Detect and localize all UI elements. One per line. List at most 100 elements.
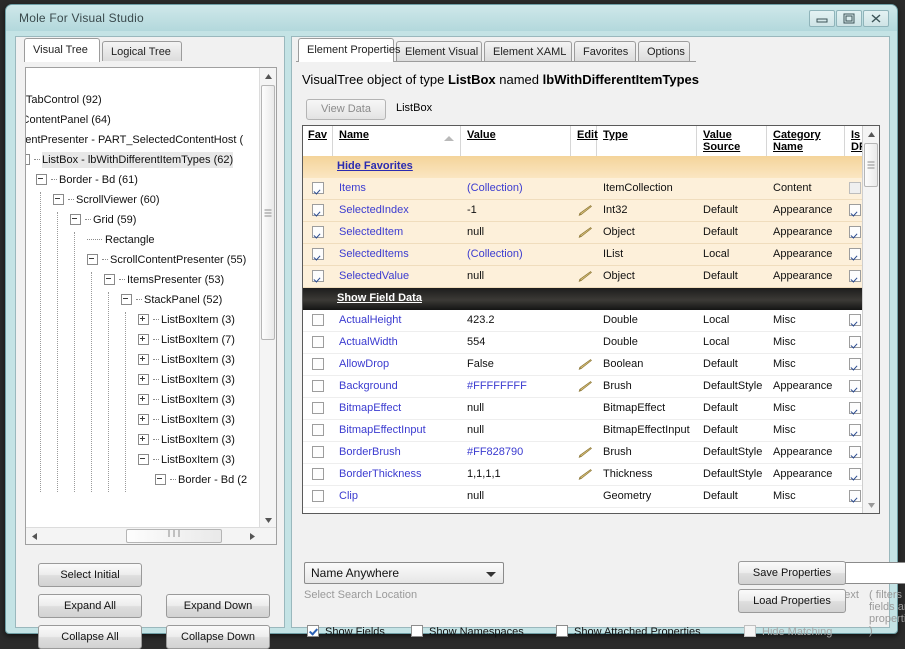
tree-vertical-scrollbar[interactable] <box>259 68 276 528</box>
expand-node-icon[interactable] <box>138 333 149 345</box>
is-dependency-property-checkbox[interactable] <box>849 204 861 216</box>
tab-logical-tree[interactable]: Logical Tree <box>102 41 182 61</box>
tree-node[interactable]: ListBoxItem (3) <box>138 392 235 408</box>
expand-node-icon[interactable] <box>138 373 149 385</box>
search-location-select[interactable]: Name Anywhere <box>304 562 504 584</box>
tree-node[interactable]: ListBoxItem (3) <box>138 412 235 428</box>
grid-column-header-category-name[interactable]: Category Name <box>767 126 845 156</box>
grid-column-header-type[interactable]: Type <box>597 126 697 156</box>
collapse-down-button[interactable]: Collapse Down <box>166 625 270 649</box>
minimize-button[interactable] <box>809 10 835 27</box>
property-row[interactable]: AllowDrop False Boolean Default Misc <box>303 354 863 376</box>
tree-scroll-right-button[interactable] <box>244 528 260 544</box>
tree-scroll-down-button[interactable] <box>260 512 276 528</box>
edit-pencil-icon[interactable] <box>577 359 592 370</box>
show-field-data-band-link[interactable]: Show Field Data <box>337 292 422 304</box>
maximize-button[interactable] <box>836 10 862 27</box>
grid-column-header-edit[interactable]: Edit <box>571 126 598 156</box>
tree-scroll-thumb[interactable] <box>261 85 275 340</box>
property-row[interactable]: ActualHeight 423.2 Double Local Misc <box>303 310 863 332</box>
grid-column-header-name[interactable]: Name <box>333 126 461 156</box>
collapse-node-icon[interactable] <box>138 453 149 465</box>
edit-pencil-icon[interactable] <box>577 271 592 282</box>
tab-element-visual[interactable]: Element Visual <box>396 41 482 61</box>
edit-cell[interactable] <box>577 359 592 370</box>
collapse-node-icon[interactable] <box>87 253 98 265</box>
tree-node[interactable]: Rectangle <box>87 232 155 248</box>
edit-pencil-icon[interactable] <box>577 469 592 480</box>
property-row[interactable]: Clip null Geometry Default Misc <box>303 486 863 508</box>
grid-scroll-thumb[interactable] <box>864 143 878 187</box>
tab-visual-tree[interactable]: Visual Tree <box>24 38 100 62</box>
collapse-all-button[interactable]: Collapse All <box>38 625 142 649</box>
favorite-checkbox[interactable] <box>312 424 324 436</box>
hide-favorites-band[interactable]: Hide Favorites <box>303 156 863 178</box>
collapse-node-icon[interactable] <box>36 173 47 185</box>
edit-cell[interactable] <box>577 381 592 392</box>
tree-scroll-left-button[interactable] <box>26 528 42 544</box>
expand-node-icon[interactable] <box>138 393 149 405</box>
tab-element-properties[interactable]: Element Properties <box>298 38 401 62</box>
property-row[interactable]: ActualWidth 554 Double Local Misc <box>303 332 863 354</box>
load-properties-button[interactable]: Load Properties <box>738 589 846 613</box>
grid-vertical-scrollbar[interactable] <box>862 126 879 513</box>
show-field-data-band[interactable]: Show Field Data <box>303 288 863 310</box>
collapse-node-icon[interactable] <box>155 473 166 485</box>
tree-node[interactable]: ListBoxItem (3) <box>138 432 235 448</box>
edit-pencil-icon[interactable] <box>577 381 592 392</box>
is-dependency-property-checkbox[interactable] <box>849 358 861 370</box>
tree-node[interactable]: ScrollViewer (60) <box>53 192 160 208</box>
is-dependency-property-checkbox[interactable] <box>849 380 861 392</box>
property-row[interactable]: BitmapEffect null BitmapEffect Default Misc <box>303 398 863 420</box>
is-dependency-property-checkbox[interactable] <box>849 468 861 480</box>
favorite-checkbox[interactable] <box>312 490 324 502</box>
edit-pencil-icon[interactable] <box>577 205 592 216</box>
favorite-checkbox[interactable] <box>312 402 324 414</box>
grid-scroll-down-button[interactable] <box>863 497 879 513</box>
tree-node[interactable]: ScrollContentPresenter (55) <box>87 252 246 268</box>
hide-favorites-band-link[interactable]: Hide Favorites <box>337 160 413 172</box>
tree-hscroll-thumb[interactable] <box>126 529 222 543</box>
tree-node[interactable]: ListBoxItem (3) <box>138 452 235 468</box>
favorite-checkbox[interactable] <box>312 358 324 370</box>
edit-cell[interactable] <box>577 227 592 238</box>
tree-node[interactable]: ListBoxItem (3) <box>138 352 235 368</box>
property-row[interactable]: SelectedItem null Object Default Appearance <box>303 222 863 244</box>
close-button[interactable] <box>863 10 889 27</box>
tab-element-xaml[interactable]: Element XAML <box>484 41 572 61</box>
is-dependency-property-checkbox[interactable] <box>849 270 861 282</box>
is-dependency-property-checkbox[interactable] <box>849 226 861 238</box>
tree-node[interactable]: Border - Bd (61) <box>36 172 138 188</box>
expand-all-button[interactable]: Expand All <box>38 594 142 618</box>
edit-cell[interactable] <box>577 447 592 458</box>
collapse-node-icon[interactable] <box>53 193 64 205</box>
tree-node[interactable]: ListBoxItem (3) <box>138 312 235 328</box>
favorite-checkbox[interactable] <box>312 380 324 392</box>
edit-pencil-icon[interactable] <box>577 447 592 458</box>
tree-node[interactable]: ItemsPresenter (53) <box>104 272 224 288</box>
tree-node[interactable]: ListBoxItem (7) <box>138 332 235 348</box>
edit-pencil-icon[interactable] <box>577 227 592 238</box>
tab-options[interactable]: Options <box>638 41 690 61</box>
expand-node-icon[interactable] <box>138 353 149 365</box>
grid-scroll-up-button[interactable] <box>863 126 879 142</box>
save-properties-button[interactable]: Save Properties <box>738 561 846 585</box>
expand-node-icon[interactable] <box>138 313 149 325</box>
favorite-checkbox[interactable] <box>312 182 324 194</box>
property-row[interactable]: BorderThickness 1,1,1,1 Thickness DefaultSt… <box>303 464 863 486</box>
tree-node[interactable]: ListBoxItem (3) <box>138 372 235 388</box>
view-data-button[interactable]: View Data <box>306 99 386 120</box>
checkbox-show-namespaces[interactable]: Show Namespaces <box>411 625 524 638</box>
properties-grid[interactable]: Fav Name Value Edit Type Value Source Category N… <box>302 125 880 514</box>
favorite-checkbox[interactable] <box>312 270 324 282</box>
edit-cell[interactable] <box>577 469 592 480</box>
is-dependency-property-checkbox[interactable] <box>849 248 861 260</box>
favorite-checkbox[interactable] <box>312 336 324 348</box>
is-dependency-property-checkbox[interactable] <box>849 182 861 194</box>
is-dependency-property-checkbox[interactable] <box>849 424 861 436</box>
favorite-checkbox[interactable] <box>312 226 324 238</box>
is-dependency-property-checkbox[interactable] <box>849 446 861 458</box>
collapse-node-icon[interactable] <box>70 213 81 225</box>
property-row[interactable]: Background #FFFFFFFF Brush DefaultStyle Appe… <box>303 376 863 398</box>
property-row[interactable]: Items (Collection) ItemCollection Content <box>303 178 863 200</box>
